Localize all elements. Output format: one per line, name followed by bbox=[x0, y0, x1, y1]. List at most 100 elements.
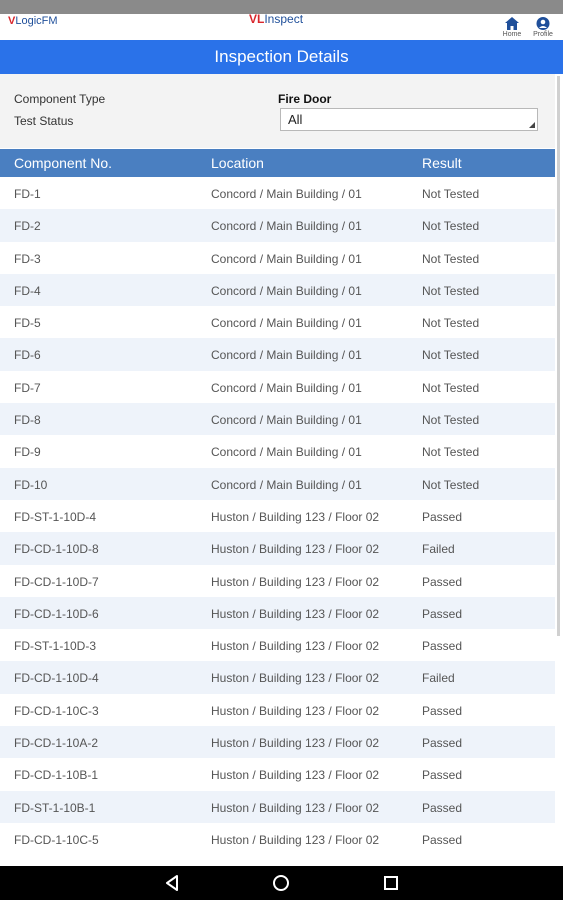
table-header: Component No. Location Result bbox=[0, 149, 555, 177]
filter-panel: Component Type Fire Door Test Status All bbox=[0, 74, 563, 148]
result-cell: Not Tested bbox=[422, 316, 480, 331]
component-no-cell: FD-ST-1-10D-4 bbox=[14, 509, 97, 524]
table-row[interactable]: FD-CD-1-10D-7 Huston / Building 123 / Flo… bbox=[0, 564, 555, 597]
component-type-label: Component Type bbox=[14, 92, 106, 106]
component-no-cell: FD-6 bbox=[14, 348, 41, 363]
vlogicfm-logo[interactable]: VLogicFM bbox=[8, 15, 58, 27]
back-icon[interactable] bbox=[163, 874, 183, 892]
home-icon bbox=[499, 17, 525, 31]
component-no-cell: FD-CD-1-10C-5 bbox=[14, 832, 99, 847]
component-no-cell: FD-CD-1-10A-2 bbox=[14, 736, 99, 751]
table-row[interactable]: FD-8 Concord / Main Building / 01 Not Test… bbox=[0, 403, 555, 436]
table-row[interactable]: FD-CD-1-10B-1 Huston / Building 123 / Flo… bbox=[0, 758, 555, 791]
location-cell: Concord / Main Building / 01 bbox=[211, 251, 362, 266]
table-body: FD-1 Concord / Main Building / 01 Not Test… bbox=[0, 177, 555, 856]
table-row[interactable]: FD-CD-1-10A-2 Huston / Building 123 / Flo… bbox=[0, 726, 555, 759]
component-no-cell: FD-7 bbox=[14, 380, 41, 395]
profile-label: Profile bbox=[533, 31, 553, 38]
result-cell: Not Tested bbox=[422, 187, 480, 201]
component-no-cell: FD-3 bbox=[14, 251, 41, 266]
column-header-result[interactable]: Result bbox=[422, 155, 462, 171]
location-cell: Concord / Main Building / 01 bbox=[211, 477, 362, 492]
vertical-scrollbar[interactable] bbox=[555, 74, 563, 866]
component-no-cell: FD-1 bbox=[14, 187, 41, 201]
table-row[interactable]: FD-CD-1-10D-8 Huston / Building 123 / Flo… bbox=[0, 532, 555, 565]
component-no-cell: FD-10 bbox=[14, 477, 48, 492]
location-cell: Concord / Main Building / 01 bbox=[211, 445, 362, 460]
recents-icon[interactable] bbox=[382, 874, 402, 892]
component-no-cell: FD-CD-1-10D-6 bbox=[14, 606, 99, 621]
profile-icon bbox=[530, 17, 556, 31]
table-row[interactable]: FD-3 Concord / Main Building / 01 Not Test… bbox=[0, 241, 555, 274]
table-row[interactable]: FD-5 Concord / Main Building / 01 Not Test… bbox=[0, 306, 555, 339]
location-cell: Concord / Main Building / 01 bbox=[211, 413, 362, 428]
location-cell: Concord / Main Building / 01 bbox=[211, 187, 362, 201]
component-no-cell: FD-2 bbox=[14, 219, 41, 234]
location-cell: Huston / Building 123 / Floor 02 bbox=[211, 671, 380, 686]
result-cell: Passed bbox=[422, 768, 463, 783]
logo-text: LogicFM bbox=[15, 15, 58, 27]
component-no-cell: FD-CD-1-10C-3 bbox=[14, 703, 99, 718]
result-cell: Not Tested bbox=[422, 283, 480, 298]
table-row[interactable]: FD-CD-1-10C-3 Huston / Building 123 / Flo… bbox=[0, 693, 555, 727]
home-button[interactable]: Home bbox=[499, 17, 525, 38]
result-cell: Not Tested bbox=[422, 477, 480, 492]
table-row[interactable]: FD-ST-1-10B-1 Huston / Building 123 / Flo… bbox=[0, 790, 555, 823]
location-cell: Concord / Main Building / 01 bbox=[211, 380, 362, 395]
logo-vl-mark: VL bbox=[249, 12, 265, 26]
page-title: Inspection Details bbox=[0, 40, 563, 74]
location-cell: Huston / Building 123 / Floor 02 bbox=[211, 736, 380, 751]
result-cell: Passed bbox=[422, 703, 463, 718]
table-row[interactable]: FD-1 Concord / Main Building / 01 Not Test… bbox=[0, 177, 555, 210]
component-no-cell: FD-CD-1-10D-7 bbox=[14, 574, 99, 589]
component-type-value: Fire Door bbox=[278, 92, 332, 106]
test-status-label: Test Status bbox=[14, 114, 74, 128]
location-cell: Huston / Building 123 / Floor 02 bbox=[211, 574, 380, 589]
location-cell: Huston / Building 123 / Floor 02 bbox=[211, 542, 380, 557]
home-label: Home bbox=[502, 31, 522, 38]
inspection-table: Component No. Location Result FD-1 Concor… bbox=[0, 149, 555, 856]
result-cell: Passed bbox=[422, 639, 463, 654]
component-no-cell: FD-9 bbox=[14, 445, 41, 460]
result-cell: Passed bbox=[422, 800, 463, 815]
result-cell: Not Tested bbox=[422, 348, 480, 363]
result-cell: Not Tested bbox=[422, 445, 480, 460]
result-cell: Not Tested bbox=[422, 413, 480, 428]
table-row[interactable]: FD-CD-1-10D-6 Huston / Building 123 / Flo… bbox=[0, 596, 555, 630]
profile-button[interactable]: Profile bbox=[530, 17, 556, 38]
location-cell: Huston / Building 123 / Floor 02 bbox=[211, 606, 380, 621]
android-navigation-bar bbox=[0, 866, 563, 900]
test-status-select[interactable]: All bbox=[280, 108, 538, 131]
component-no-cell: FD-CD-1-10B-1 bbox=[14, 768, 99, 783]
result-cell: Failed bbox=[422, 542, 455, 557]
column-header-location[interactable]: Location bbox=[211, 155, 264, 171]
scrollbar-thumb[interactable] bbox=[557, 76, 560, 636]
component-no-cell: FD-8 bbox=[14, 413, 41, 428]
android-home-icon[interactable] bbox=[272, 874, 292, 892]
location-cell: Concord / Main Building / 01 bbox=[211, 316, 362, 331]
component-no-cell: FD-ST-1-10D-3 bbox=[14, 639, 97, 654]
vlinspect-logo: VLInspect bbox=[249, 12, 303, 26]
component-no-cell: FD-4 bbox=[14, 283, 41, 298]
table-row[interactable]: FD-ST-1-10D-4 Huston / Building 123 / Flo… bbox=[0, 499, 555, 533]
table-row[interactable]: FD-4 Concord / Main Building / 01 Not Test… bbox=[0, 273, 555, 307]
result-cell: Passed bbox=[422, 509, 463, 524]
location-cell: Huston / Building 123 / Floor 02 bbox=[211, 768, 380, 783]
table-row[interactable]: FD-CD-1-10D-4 Huston / Building 123 / Flo… bbox=[0, 661, 555, 694]
logo-text: Inspect bbox=[264, 12, 304, 26]
location-cell: Huston / Building 123 / Floor 02 bbox=[211, 832, 380, 847]
column-header-component-no[interactable]: Component No. bbox=[14, 155, 112, 171]
result-cell: Passed bbox=[422, 606, 463, 621]
component-no-cell: FD-CD-1-10D-8 bbox=[14, 542, 99, 557]
table-row[interactable]: FD-10 Concord / Main Building / 01 Not Tes… bbox=[0, 467, 555, 500]
table-row[interactable]: FD-9 Concord / Main Building / 01 Not Test… bbox=[0, 435, 555, 468]
table-row[interactable]: FD-7 Concord / Main Building / 01 Not Test… bbox=[0, 370, 555, 404]
table-row[interactable]: FD-ST-1-10D-3 Huston / Building 123 / Flo… bbox=[0, 629, 555, 662]
result-cell: Not Tested bbox=[422, 251, 480, 266]
table-row[interactable]: FD-2 Concord / Main Building / 01 Not Test… bbox=[0, 209, 555, 242]
result-cell: Not Tested bbox=[422, 380, 480, 395]
table-row[interactable]: FD-6 Concord / Main Building / 01 Not Test… bbox=[0, 338, 555, 371]
table-row[interactable]: FD-CD-1-10C-5 Huston / Building 123 / Flo… bbox=[0, 822, 555, 856]
result-cell: Not Tested bbox=[422, 219, 480, 234]
dropdown-corner-icon bbox=[529, 122, 535, 128]
